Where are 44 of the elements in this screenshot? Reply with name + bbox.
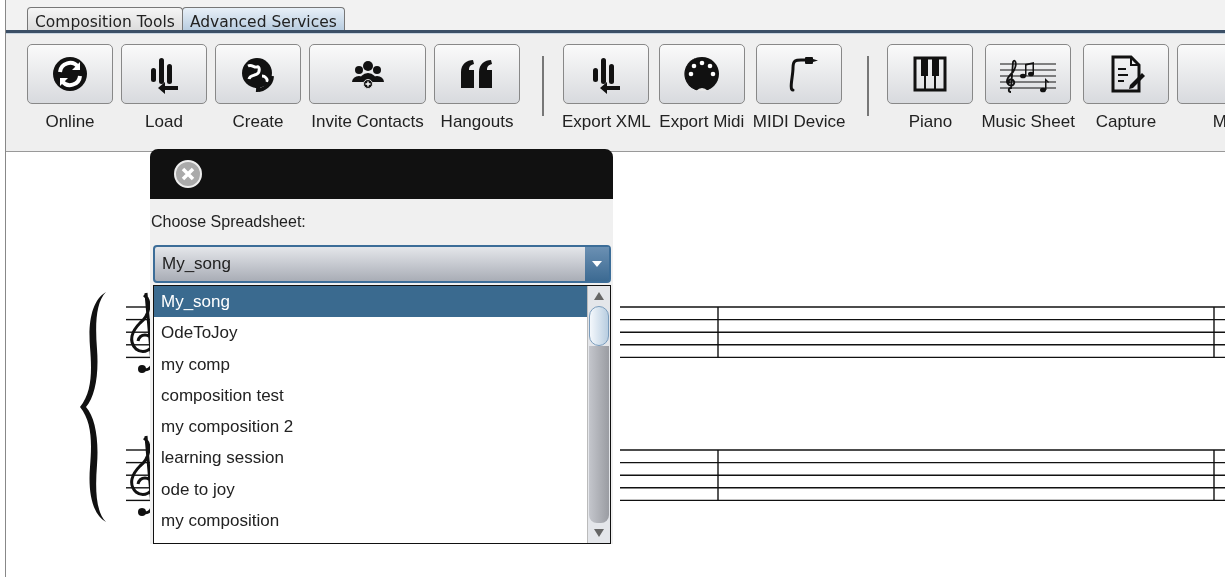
sync-icon: [50, 54, 90, 94]
tab[interactable]: Advanced Services: [181, 7, 345, 30]
list-option[interactable]: my composition: [154, 505, 587, 537]
toolbar-button[interactable]: [658, 44, 745, 104]
scroll-thumb[interactable]: [589, 306, 609, 346]
toolbar-button[interactable]: [27, 44, 113, 104]
field-label: Choose Spreadsheet:: [151, 213, 307, 231]
toolbar-label: Invite Contacts: [311, 112, 424, 132]
caret-icon: [592, 261, 602, 267]
list-option[interactable]: my comp: [154, 348, 587, 380]
toolbar-label: M: [1212, 112, 1225, 132]
scroll-down-icon[interactable]: [594, 529, 604, 537]
toolbar-label: Create: [232, 112, 284, 132]
toolbar-button[interactable]: [887, 44, 974, 104]
toolbar-label: Export Midi: [659, 112, 745, 132]
toolbar-button[interactable]: [434, 44, 520, 104]
brace-icon: [80, 292, 106, 522]
list-option[interactable]: My_song: [154, 286, 587, 318]
list-option[interactable]: learning session: [154, 442, 587, 474]
toolbar-label: Piano: [908, 112, 953, 132]
midi-connector-icon: [681, 54, 722, 94]
toolbar-button[interactable]: [215, 44, 301, 104]
list-option[interactable]: ode to joy: [154, 473, 587, 506]
toolbar-label: Hangouts: [440, 112, 514, 132]
toolbar-button[interactable]: [756, 44, 843, 104]
toolbar-label: Capture: [1095, 112, 1157, 132]
toolbar-button[interactable]: [985, 44, 1072, 104]
toolbar-label: Load: [145, 112, 183, 132]
list-option[interactable]: my composition 2: [154, 411, 587, 443]
toolbar-label: MIDI Device: [752, 112, 846, 132]
toolbar-button[interactable]: [1082, 44, 1169, 104]
scroll-up-icon[interactable]: [594, 292, 604, 300]
toolbar-button[interactable]: [121, 44, 207, 104]
toolbar-button[interactable]: [309, 44, 426, 104]
scrollbar[interactable]: [587, 286, 610, 543]
dropdown-field[interactable]: My_song: [153, 245, 611, 283]
list-option[interactable]: composition test: [154, 379, 587, 412]
toolbar-label: Music Sheet: [981, 112, 1075, 132]
toolbar-label: Export XML: [562, 112, 651, 132]
close-icon[interactable]: [173, 159, 203, 189]
list-option[interactable]: OdeToJoy: [154, 317, 587, 349]
toolbar-label: Online: [45, 112, 95, 132]
tab[interactable]: Composition Tools: [27, 7, 183, 30]
toolbar-button[interactable]: [563, 44, 650, 104]
